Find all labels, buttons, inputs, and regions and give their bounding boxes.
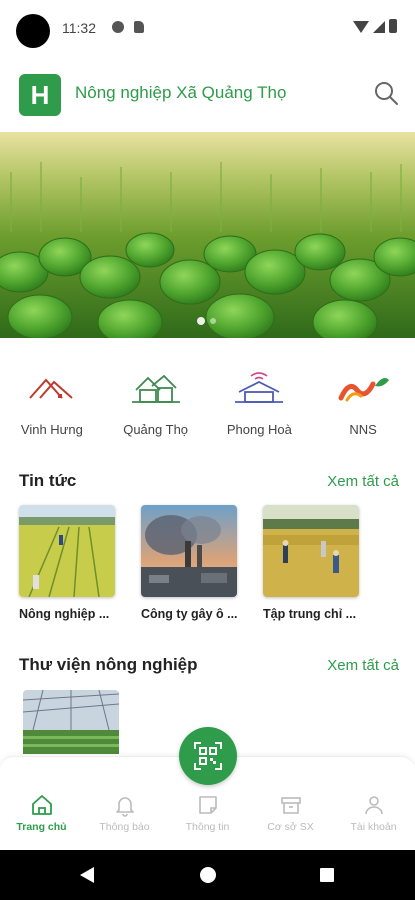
commune-phong-hoa[interactable]: Phong Hoà — [208, 358, 312, 448]
nav-notifications[interactable]: Thông báo — [83, 793, 166, 833]
camera-cutout — [16, 14, 50, 48]
nav-label: Trang chủ — [16, 821, 67, 833]
qr-scan-icon — [194, 742, 222, 770]
search-icon — [375, 82, 398, 105]
news-section-title: Tin tức — [19, 471, 77, 490]
signal-icon — [373, 21, 385, 33]
commune-label: Phong Hoà — [226, 422, 292, 437]
bell-icon — [115, 797, 134, 817]
search-button[interactable] — [373, 80, 399, 106]
factory-image — [141, 505, 237, 597]
news-title: Tập trung chỉ ... — [263, 607, 357, 621]
news-title: Công ty gây ô ... — [141, 607, 238, 621]
battery-icon — [389, 19, 397, 33]
note-icon — [198, 796, 217, 814]
nav-label: Thông báo — [99, 821, 150, 833]
system-navigation-bar — [0, 850, 415, 900]
qr-scan-button[interactable] — [179, 727, 237, 785]
sim-card-icon — [134, 21, 144, 33]
nav-label: Tài khoản — [350, 821, 397, 833]
library-section-header: Thư viện nông nghiệp Xem tất cả — [19, 655, 399, 679]
roof-icon — [29, 378, 73, 399]
home-icon — [31, 795, 52, 815]
commune-vinh-hung[interactable]: Vinh Hưng — [0, 358, 104, 448]
status-bar: 11:32 — [0, 0, 415, 56]
library-card[interactable] — [23, 690, 119, 754]
commune-quang-tho[interactable]: Quảng Thọ — [104, 358, 208, 448]
banner-carousel[interactable] — [0, 132, 415, 338]
house-icon — [131, 374, 180, 403]
commune-label: Quảng Thọ — [123, 422, 189, 437]
library-section-title: Thư viện nông nghiệp — [19, 655, 198, 674]
news-card[interactable]: Công ty gây ô ... — [141, 505, 238, 635]
box-icon — [280, 797, 301, 814]
nav-account[interactable]: Tài khoản — [332, 793, 415, 833]
banner-image — [0, 132, 415, 338]
back-icon[interactable] — [80, 867, 94, 883]
carousel-dot-active[interactable] — [197, 317, 205, 325]
status-indicators — [353, 19, 397, 33]
news-list: Nông nghiệp ... Công ty gây ô ... Tập tr… — [19, 505, 415, 635]
user-icon — [364, 796, 383, 815]
news-thumbnail — [263, 505, 359, 597]
home-circle-icon[interactable] — [200, 867, 216, 883]
wifi-icon — [353, 21, 369, 33]
house-wifi-icon — [235, 372, 284, 403]
status-time: 11:32 — [62, 20, 96, 36]
commune-list: Vinh Hưng Quảng Thọ Phong Hoà NNS — [0, 358, 415, 448]
nav-production-facility[interactable]: Cơ sở SX — [249, 793, 332, 833]
commune-label: Vinh Hưng — [20, 422, 83, 437]
news-thumbnail — [19, 505, 115, 597]
nav-label: Cơ sở SX — [267, 821, 314, 833]
rice-field-image — [19, 505, 115, 597]
news-see-all-link[interactable]: Xem tất cả — [327, 473, 399, 490]
nav-home[interactable]: Trang chủ — [0, 793, 83, 833]
app-title: Nông nghiệp Xã Quảng Thọ — [75, 83, 287, 102]
carousel-dot[interactable] — [210, 318, 216, 324]
greenhouse-image — [23, 690, 119, 754]
commune-nns[interactable]: NNS — [311, 358, 415, 448]
nav-label: Thông tin — [185, 821, 230, 833]
news-section-header: Tin tức Xem tất cả — [19, 471, 399, 495]
library-see-all-link[interactable]: Xem tất cả — [327, 657, 399, 674]
nav-information[interactable]: Thông tin — [166, 793, 249, 833]
commune-label: NNS — [349, 422, 377, 437]
app-logo: H — [19, 74, 61, 116]
news-thumbnail — [141, 505, 237, 597]
app-header: H Nông nghiệp Xã Quảng Thọ — [0, 56, 415, 132]
harvest-image — [263, 505, 359, 597]
data-saver-icon — [112, 21, 124, 33]
nns-logo-icon — [338, 378, 390, 402]
news-title: Nông nghiệp ... — [19, 607, 110, 621]
news-card[interactable]: Nông nghiệp ... — [19, 505, 115, 635]
news-card[interactable]: Tập trung chỉ ... — [263, 505, 359, 635]
recent-apps-icon[interactable] — [320, 868, 334, 882]
